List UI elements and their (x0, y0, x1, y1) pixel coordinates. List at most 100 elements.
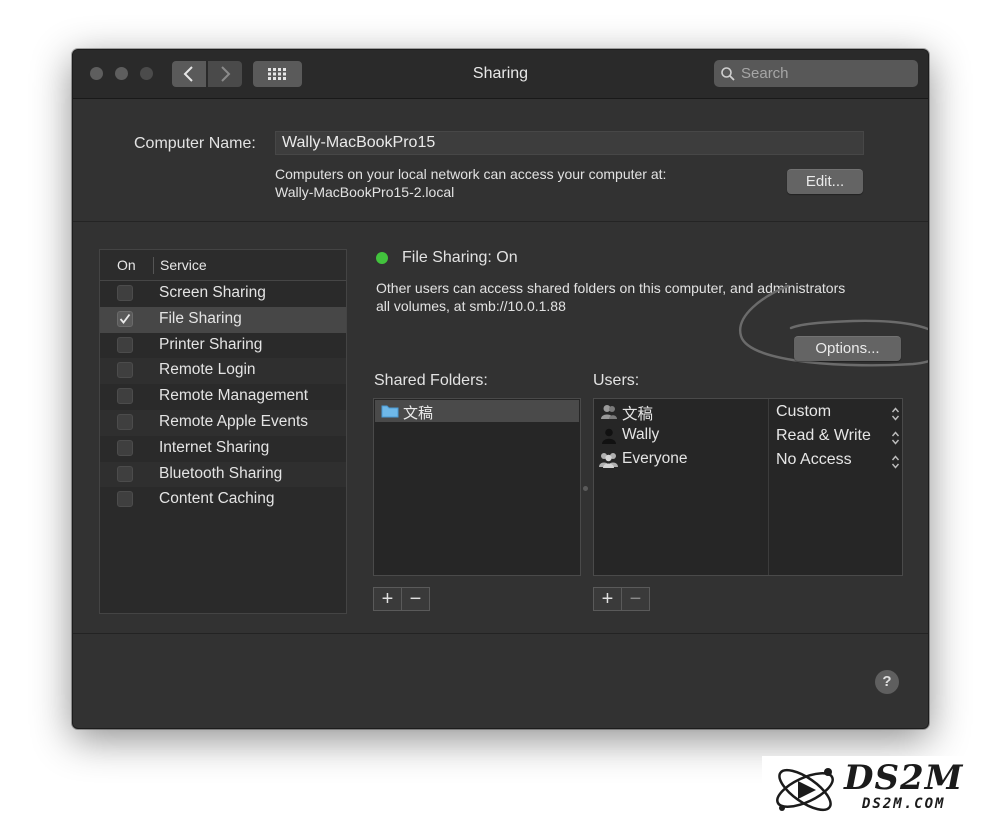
minus-icon: − (409, 587, 422, 610)
user-name: Wally (622, 426, 660, 443)
shared-folder-row[interactable]: 文稿 (375, 400, 579, 422)
zoom-window-button[interactable] (140, 67, 153, 80)
service-checkbox[interactable] (117, 413, 133, 430)
users-list[interactable]: 文稿 Wally Everyone Custom Read & Write No… (593, 398, 903, 576)
service-label: Screen Sharing (159, 284, 266, 301)
service-row-internet-sharing[interactable]: Internet Sharing (100, 436, 346, 462)
user-name: 文稿 (622, 406, 654, 423)
chevron-right-icon (221, 66, 231, 82)
computer-name-field[interactable]: Wally-MacBookPro15 (275, 131, 864, 155)
service-label: Printer Sharing (159, 335, 263, 353)
permission-popup[interactable]: No Access (776, 450, 904, 474)
sharing-window: Sharing Computer Name: Wally-MacBookPro1… (72, 49, 929, 729)
plus-icon: + (601, 587, 614, 610)
network-address-text: Wally-MacBookPro15-2.local (275, 184, 455, 200)
close-window-button[interactable] (90, 67, 103, 80)
service-column-header[interactable]: Service (160, 257, 207, 273)
watermark-logo: DS2M DS2M.COM (762, 756, 992, 818)
on-column-header[interactable]: On (117, 257, 136, 273)
permission-value: Custom (776, 403, 832, 420)
minimize-window-button[interactable] (115, 67, 128, 80)
service-checkbox[interactable] (117, 310, 133, 327)
users-label: Users: (593, 372, 640, 389)
permission-value: No Access (776, 451, 852, 468)
minus-icon: − (629, 587, 642, 610)
search-field[interactable] (714, 60, 918, 87)
person-icon (602, 428, 616, 444)
service-row-remote-apple-events[interactable]: Remote Apple Events (100, 409, 346, 436)
chevron-left-icon (183, 66, 193, 82)
service-row-file-sharing[interactable]: File Sharing (100, 306, 346, 333)
service-checkbox[interactable] (117, 465, 133, 482)
search-input[interactable] (741, 65, 901, 82)
split-view-handle[interactable] (583, 486, 588, 491)
service-label: Content Caching (159, 490, 275, 508)
title-bar: Sharing (73, 50, 928, 99)
service-row-remote-management[interactable]: Remote Management (100, 384, 346, 410)
service-checkbox[interactable] (117, 439, 133, 456)
shared-folders-label: Shared Folders: (374, 372, 488, 389)
user-icon (601, 405, 617, 419)
service-label: Remote Apple Events (159, 412, 309, 430)
group-icon (599, 453, 618, 468)
service-row-remote-login[interactable]: Remote Login (100, 358, 346, 385)
service-checkbox[interactable] (117, 388, 133, 405)
service-label: Remote Login (159, 361, 256, 379)
plus-icon: + (381, 587, 394, 610)
service-row-screen-sharing[interactable]: Screen Sharing (100, 281, 346, 307)
service-label: Remote Management (159, 387, 309, 405)
annotation-circle (738, 284, 928, 367)
edit-button[interactable]: Edit... (787, 169, 863, 194)
add-user-button[interactable]: + (594, 588, 621, 610)
computer-name-section (73, 99, 928, 222)
service-table-header: On Service (100, 250, 346, 281)
updown-chevron-icon (891, 431, 900, 445)
service-row-printer-sharing[interactable]: Printer Sharing (100, 333, 346, 359)
file-sharing-address: all volumes, at smb://10.0.1.88 (376, 298, 566, 314)
service-label: Bluetooth Sharing (159, 464, 283, 482)
watermark-brand: DS2M (844, 758, 964, 798)
permission-popup[interactable]: Custom (776, 402, 904, 426)
bottom-divider (73, 633, 928, 634)
updown-chevron-icon (891, 455, 900, 469)
add-folder-button[interactable]: + (374, 588, 401, 610)
atom-logo-icon (776, 768, 834, 812)
watermark-url: DS2M.COM (862, 796, 946, 812)
permission-popup[interactable]: Read & Write (776, 426, 904, 450)
back-button[interactable] (172, 61, 206, 87)
service-row-content-caching[interactable]: Content Caching (100, 487, 346, 513)
file-sharing-status: File Sharing: On (402, 249, 518, 266)
user-row[interactable]: Wally (600, 425, 770, 449)
network-info-text: Computers on your local network can acce… (275, 166, 667, 182)
grid-icon (267, 68, 286, 80)
updown-chevron-icon (891, 407, 900, 421)
forward-button[interactable] (208, 61, 242, 87)
user-row[interactable]: Everyone (599, 449, 770, 473)
service-row-bluetooth-sharing[interactable]: Bluetooth Sharing (100, 461, 346, 488)
service-label: File Sharing (159, 309, 242, 327)
users-controls: + − (593, 587, 650, 611)
checkmark-icon (119, 313, 131, 324)
service-checkbox[interactable] (117, 362, 133, 379)
remove-user-button[interactable]: − (621, 588, 649, 610)
shared-folder-name: 文稿 (403, 405, 434, 422)
search-icon (721, 66, 735, 81)
computer-name-label: Computer Name: (134, 135, 256, 152)
service-table: On Service Screen Sharing File Sharing P… (99, 249, 347, 614)
user-row[interactable]: 文稿 (600, 401, 770, 425)
show-all-button[interactable] (253, 61, 302, 87)
user-name: Everyone (622, 450, 688, 467)
shared-folders-list[interactable]: 文稿 (373, 398, 581, 576)
service-checkbox[interactable] (117, 336, 133, 353)
service-checkbox[interactable] (117, 491, 133, 508)
shared-folders-controls: + − (373, 587, 430, 611)
service-label: Internet Sharing (159, 438, 270, 456)
remove-folder-button[interactable]: − (401, 588, 429, 610)
help-button[interactable]: ? (875, 670, 899, 694)
status-indicator (376, 252, 388, 264)
permission-value: Read & Write (776, 427, 871, 444)
folder-icon (381, 405, 399, 418)
column-divider (153, 257, 154, 274)
service-checkbox[interactable] (117, 285, 133, 301)
options-button[interactable]: Options... (794, 336, 901, 361)
